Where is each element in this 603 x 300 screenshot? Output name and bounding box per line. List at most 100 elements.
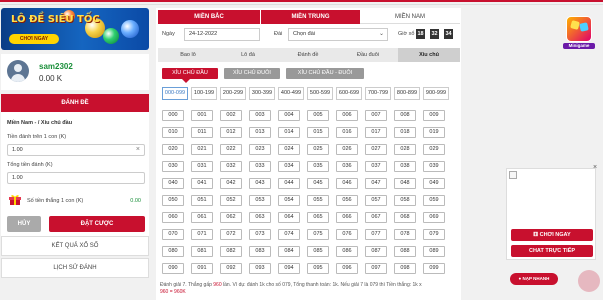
number-cell[interactable]: 088 (394, 246, 416, 257)
range-tab[interactable]: 600-699 (336, 87, 362, 100)
range-tab[interactable]: 000-099 (162, 87, 188, 100)
number-cell[interactable]: 066 (336, 212, 358, 223)
number-cell[interactable]: 047 (365, 178, 387, 189)
number-cell[interactable]: 028 (394, 144, 416, 155)
number-cell[interactable]: 007 (365, 110, 387, 121)
range-tab[interactable]: 900-999 (423, 87, 449, 100)
number-cell[interactable]: 027 (365, 144, 387, 155)
number-cell[interactable]: 068 (394, 212, 416, 223)
number-cell[interactable]: 074 (278, 229, 300, 240)
number-cell[interactable]: 086 (336, 246, 358, 257)
number-cell[interactable]: 039 (423, 161, 445, 172)
number-cell[interactable]: 093 (249, 263, 271, 274)
number-cell[interactable]: 095 (307, 263, 329, 274)
place-bet-button[interactable]: ĐẶT CƯỢC (49, 216, 145, 232)
number-cell[interactable]: 035 (307, 161, 329, 172)
tab-mien-nam[interactable]: MIỀN NAM (360, 10, 460, 24)
tab-danh-de[interactable]: ĐÁNH ĐỀ (1, 94, 149, 112)
number-cell[interactable]: 057 (365, 195, 387, 206)
number-cell[interactable]: 009 (423, 110, 445, 121)
number-cell[interactable]: 002 (220, 110, 242, 121)
range-tab[interactable]: 400-499 (278, 87, 304, 100)
number-cell[interactable]: 078 (394, 229, 416, 240)
number-cell[interactable]: 091 (191, 263, 213, 274)
promo-banner[interactable]: LÔ ĐỀ SIÊU TỐC CHƠI NGAY (1, 8, 149, 50)
floating-chat-icon[interactable] (578, 270, 600, 292)
number-cell[interactable]: 015 (307, 127, 329, 138)
number-cell[interactable]: 040 (162, 178, 184, 189)
number-cell[interactable]: 038 (394, 161, 416, 172)
range-tab[interactable]: 800-899 (394, 87, 420, 100)
number-cell[interactable]: 025 (307, 144, 329, 155)
number-cell[interactable]: 004 (278, 110, 300, 121)
number-cell[interactable]: 064 (278, 212, 300, 223)
number-cell[interactable]: 083 (249, 246, 271, 257)
number-cell[interactable]: 065 (307, 212, 329, 223)
number-cell[interactable]: 069 (423, 212, 445, 223)
quick-number[interactable]: 18 (416, 29, 425, 39)
range-tab[interactable]: 700-799 (365, 87, 391, 100)
banner-play-button[interactable]: CHƠI NGAY (9, 34, 59, 44)
tab-danh-de[interactable]: Đánh đề (278, 48, 338, 62)
stake-per-number-input[interactable]: 1.00 × (7, 144, 145, 156)
number-cell[interactable]: 042 (220, 178, 242, 189)
number-cell[interactable]: 097 (365, 263, 387, 274)
number-cell[interactable]: 032 (220, 161, 242, 172)
number-cell[interactable]: 046 (336, 178, 358, 189)
number-cell[interactable]: 014 (278, 127, 300, 138)
number-cell[interactable]: 067 (365, 212, 387, 223)
number-cell[interactable]: 034 (278, 161, 300, 172)
xiu-chu-dau-duoi-button[interactable]: XỈU CHỦ ĐẦU - ĐUÔI (286, 68, 364, 79)
number-cell[interactable]: 041 (191, 178, 213, 189)
number-cell[interactable]: 043 (249, 178, 271, 189)
number-cell[interactable]: 050 (162, 195, 184, 206)
avatar[interactable] (7, 60, 29, 82)
number-cell[interactable]: 005 (307, 110, 329, 121)
number-cell[interactable]: 084 (278, 246, 300, 257)
number-cell[interactable]: 089 (423, 246, 445, 257)
number-cell[interactable]: 081 (191, 246, 213, 257)
number-cell[interactable]: 020 (162, 144, 184, 155)
number-cell[interactable]: 079 (423, 229, 445, 240)
number-cell[interactable]: 012 (220, 127, 242, 138)
number-cell[interactable]: 030 (162, 161, 184, 172)
number-cell[interactable]: 008 (394, 110, 416, 121)
tab-lo-da[interactable]: Lô đá (218, 48, 278, 62)
number-cell[interactable]: 071 (191, 229, 213, 240)
number-cell[interactable]: 096 (336, 263, 358, 274)
number-cell[interactable]: 076 (336, 229, 358, 240)
number-cell[interactable]: 049 (423, 178, 445, 189)
number-cell[interactable]: 055 (307, 195, 329, 206)
number-cell[interactable]: 092 (220, 263, 242, 274)
quick-topup-button[interactable]: ● NẠP NHANH (510, 273, 558, 285)
number-cell[interactable]: 098 (394, 263, 416, 274)
number-cell[interactable]: 001 (191, 110, 213, 121)
number-cell[interactable]: 000 (162, 110, 184, 121)
number-cell[interactable]: 052 (220, 195, 242, 206)
number-cell[interactable]: 072 (220, 229, 242, 240)
number-cell[interactable]: 085 (307, 246, 329, 257)
number-cell[interactable]: 019 (423, 127, 445, 138)
number-cell[interactable]: 044 (278, 178, 300, 189)
number-cell[interactable]: 073 (249, 229, 271, 240)
number-cell[interactable]: 061 (191, 212, 213, 223)
bet-history-link[interactable]: LỊCH SỬ ĐÁNH (1, 258, 149, 278)
clear-icon[interactable]: × (136, 145, 140, 155)
number-cell[interactable]: 080 (162, 246, 184, 257)
cancel-button[interactable]: HỦY (7, 216, 41, 232)
range-tab[interactable]: 200-299 (220, 87, 246, 100)
minigame-label[interactable]: Minigame (563, 43, 595, 49)
quick-number[interactable]: 34 (444, 29, 453, 39)
number-cell[interactable]: 017 (365, 127, 387, 138)
total-stake-input[interactable]: 1.00 (7, 172, 145, 184)
number-cell[interactable]: 063 (249, 212, 271, 223)
number-cell[interactable]: 053 (249, 195, 271, 206)
range-tab[interactable]: 100-199 (191, 87, 217, 100)
number-cell[interactable]: 077 (365, 229, 387, 240)
number-cell[interactable]: 031 (191, 161, 213, 172)
tab-mien-bac[interactable]: MIỀN BẮC (158, 10, 260, 24)
number-cell[interactable]: 058 (394, 195, 416, 206)
range-tab[interactable]: 500-599 (307, 87, 333, 100)
number-cell[interactable]: 022 (220, 144, 242, 155)
number-cell[interactable]: 018 (394, 127, 416, 138)
